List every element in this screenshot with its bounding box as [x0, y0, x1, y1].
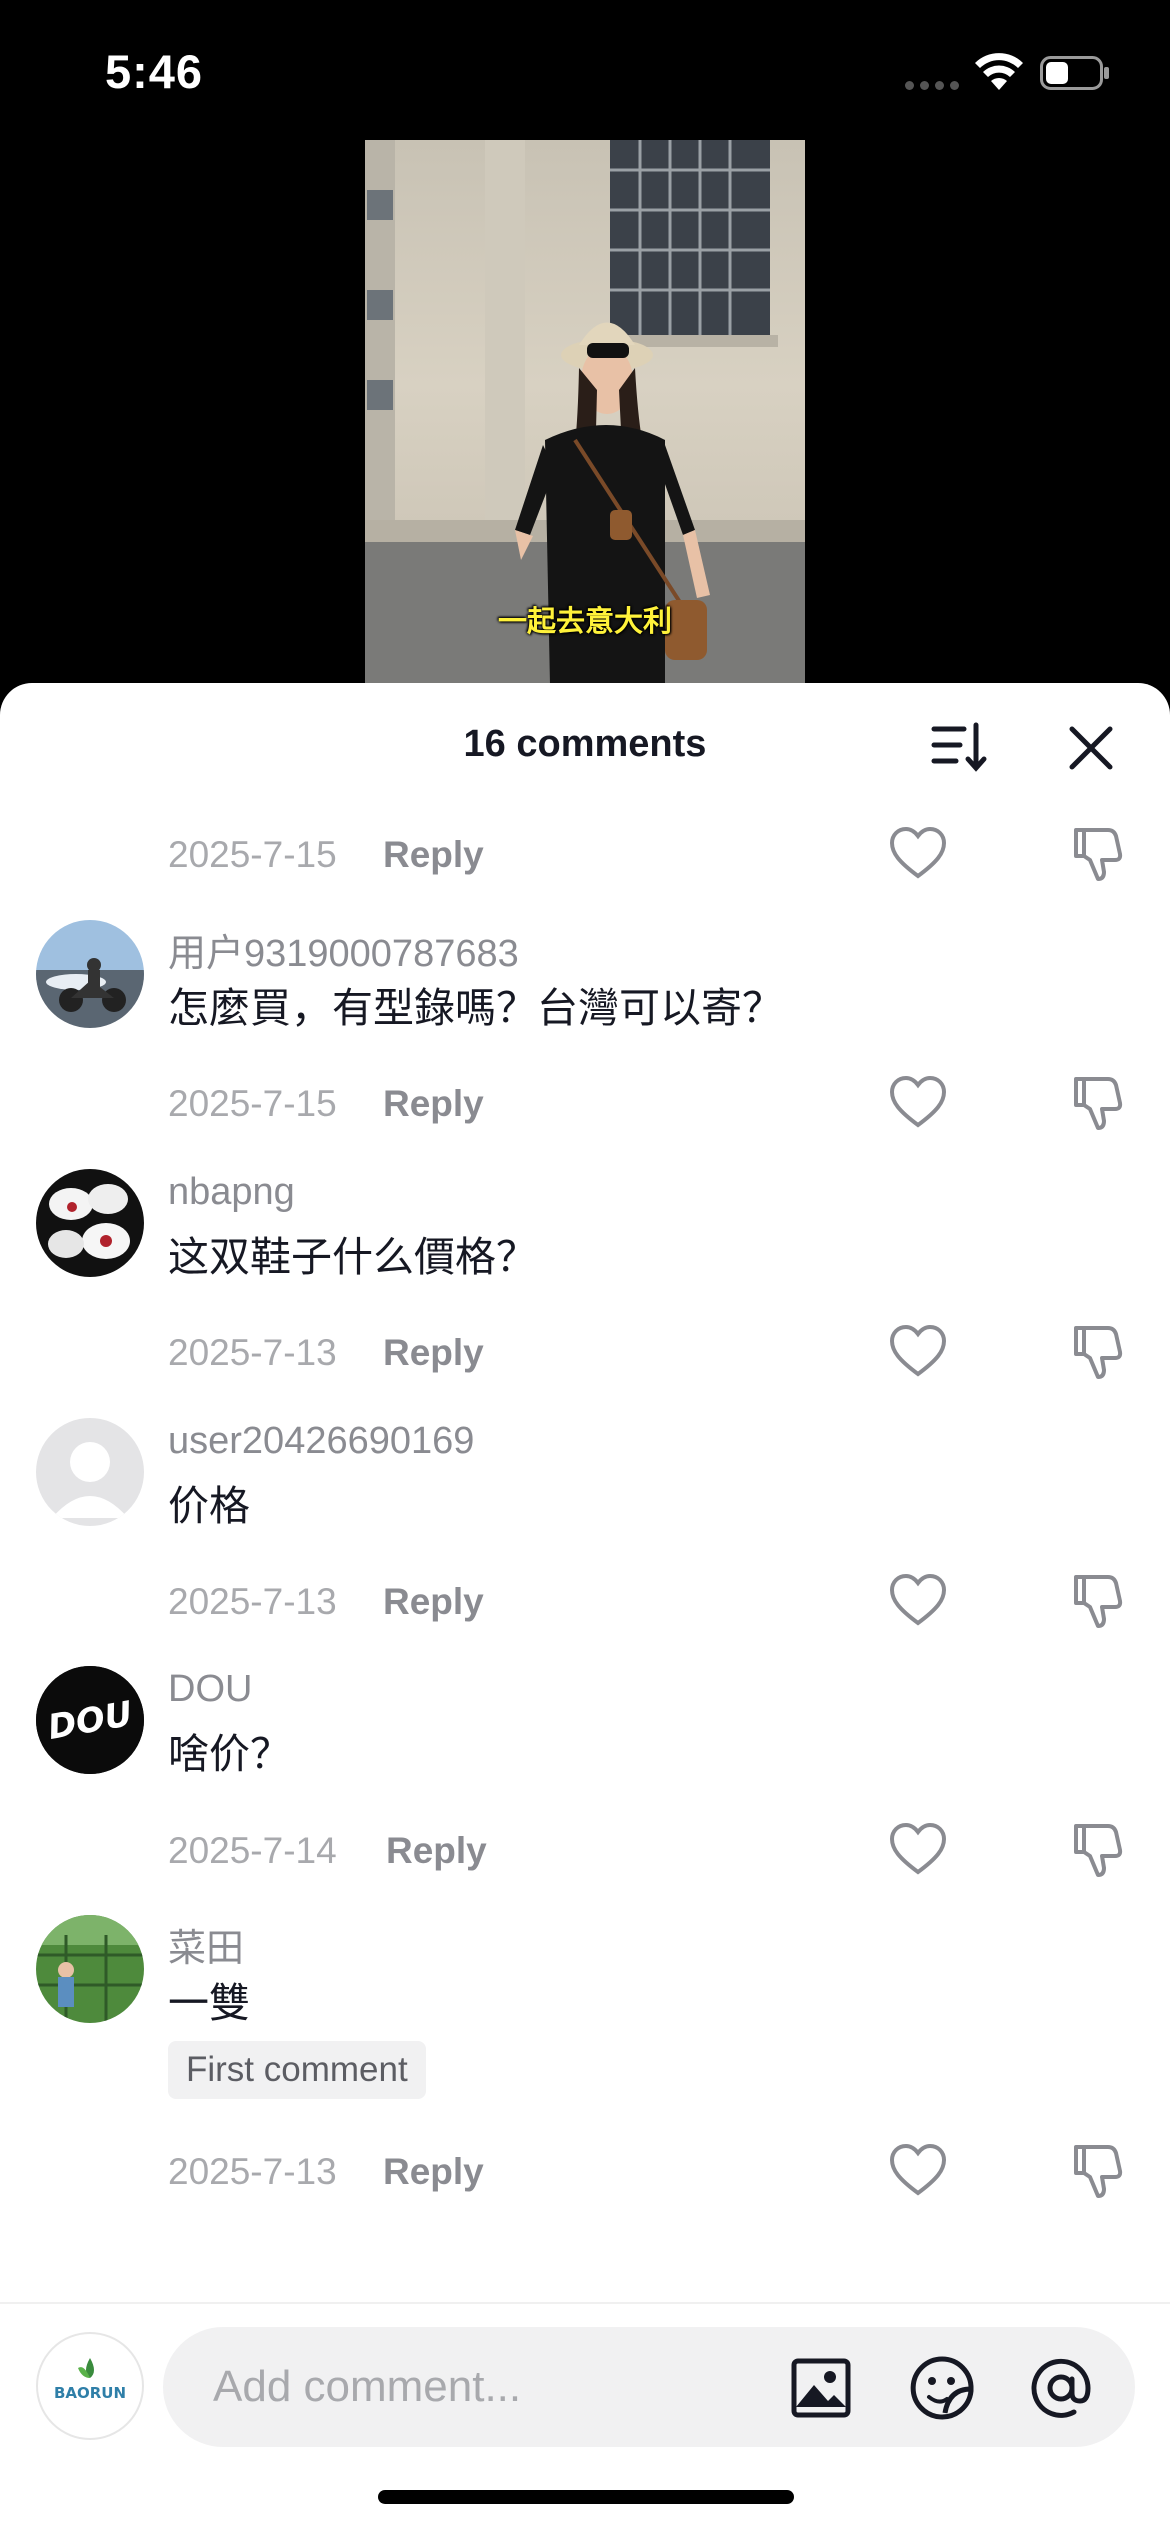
wifi-icon [975, 53, 1023, 90]
video-caption: 一起去意大利 [497, 606, 672, 638]
heart-outline-icon[interactable] [889, 826, 947, 880]
comment-date: 2025-7-13 [168, 2151, 337, 2192]
at-icon[interactable] [1028, 2355, 1094, 2421]
thumbs-down-icon[interactable] [1070, 1322, 1126, 1380]
comment-meta-row: 2025-7-14 Reply [0, 1816, 1170, 1886]
home-indicator [378, 2490, 794, 2504]
comment-text: 怎麼買，有型錄嗎？台灣可以寄？ [168, 985, 783, 1031]
status-time: 5:46 [105, 45, 204, 98]
comment-date: 2025-7-14 [168, 1830, 337, 1871]
comment-meta-row: 2025-7-15 Reply [0, 820, 1170, 890]
reply-button[interactable]: Reply [383, 2151, 484, 2193]
avatar[interactable] [36, 1915, 144, 2023]
avatar[interactable] [36, 1169, 144, 1277]
comment-date: 2025-7-13 [168, 1581, 337, 1622]
avatar[interactable]: DOU [36, 1666, 144, 1774]
comment-meta-row: 2025-7-13 Reply [0, 1567, 1170, 1637]
comment-username[interactable]: user20426690169 [168, 1420, 474, 1463]
comments-sheet: 16 comments 2025-7-15 Reply 用户9319000787… [0, 683, 1170, 2532]
comment-username[interactable]: nbapng [168, 1171, 295, 1214]
cellular-signal-icon [905, 81, 959, 91]
comment-meta-row: 2025-7-15 Reply [0, 1069, 1170, 1139]
my-avatar[interactable]: BAORUN [36, 2332, 144, 2440]
status-bar: 5:46 [0, 0, 1170, 140]
sheet-header: 16 comments [0, 683, 1170, 803]
thumbs-down-icon[interactable] [1070, 1820, 1126, 1878]
my-avatar-logo-text: BAORUN [54, 2384, 126, 2402]
comment-username[interactable]: 菜田 [168, 1917, 244, 1972]
heart-outline-icon[interactable] [889, 1324, 947, 1378]
comment-date: 2025-7-15 [168, 1083, 337, 1124]
heart-outline-icon[interactable] [889, 2143, 947, 2197]
avatar[interactable] [36, 920, 144, 1028]
thumbs-down-icon[interactable] [1070, 824, 1126, 882]
comment-text: 一雙 [168, 1980, 250, 2026]
thumbs-down-icon[interactable] [1070, 2141, 1126, 2199]
comment-text: 啥价？ [168, 1731, 291, 1777]
first-comment-badge: First comment [168, 2041, 426, 2099]
add-comment-input[interactable] [213, 2327, 773, 2447]
heart-outline-icon[interactable] [889, 1822, 947, 1876]
reply-button[interactable]: Reply [383, 1581, 484, 1623]
comment-date: 2025-7-15 [168, 834, 337, 875]
battery-icon [1040, 56, 1109, 90]
comment-input-bar [163, 2327, 1135, 2447]
sort-icon[interactable] [930, 719, 990, 775]
sticker-icon[interactable] [909, 2355, 975, 2421]
video-player[interactable]: 一起去意大利 [365, 140, 805, 685]
heart-outline-icon[interactable] [889, 1573, 947, 1627]
thumbs-down-icon[interactable] [1070, 1571, 1126, 1629]
reply-button[interactable]: Reply [383, 1083, 484, 1125]
image-icon[interactable] [790, 2357, 852, 2419]
comment-meta-row: 2025-7-13 Reply [0, 2137, 1170, 2207]
comment-meta-row: 2025-7-13 Reply [0, 1318, 1170, 1388]
close-icon[interactable] [1066, 723, 1116, 773]
comment-text: 这双鞋子什么價格？ [168, 1234, 537, 1280]
reply-button[interactable]: Reply [386, 1830, 487, 1872]
thumbs-down-icon[interactable] [1070, 1073, 1126, 1131]
heart-outline-icon[interactable] [889, 1075, 947, 1129]
reply-button[interactable]: Reply [383, 834, 484, 876]
reply-button[interactable]: Reply [383, 1332, 484, 1374]
comment-date: 2025-7-13 [168, 1332, 337, 1373]
comment-username[interactable]: 用户9319000787683 [168, 922, 519, 977]
comment-text: 价格 [168, 1483, 250, 1529]
divider [0, 2302, 1170, 2304]
avatar[interactable] [36, 1418, 144, 1526]
comments-count-title: 16 comments [463, 723, 707, 765]
comment-username[interactable]: DOU [168, 1668, 252, 1711]
